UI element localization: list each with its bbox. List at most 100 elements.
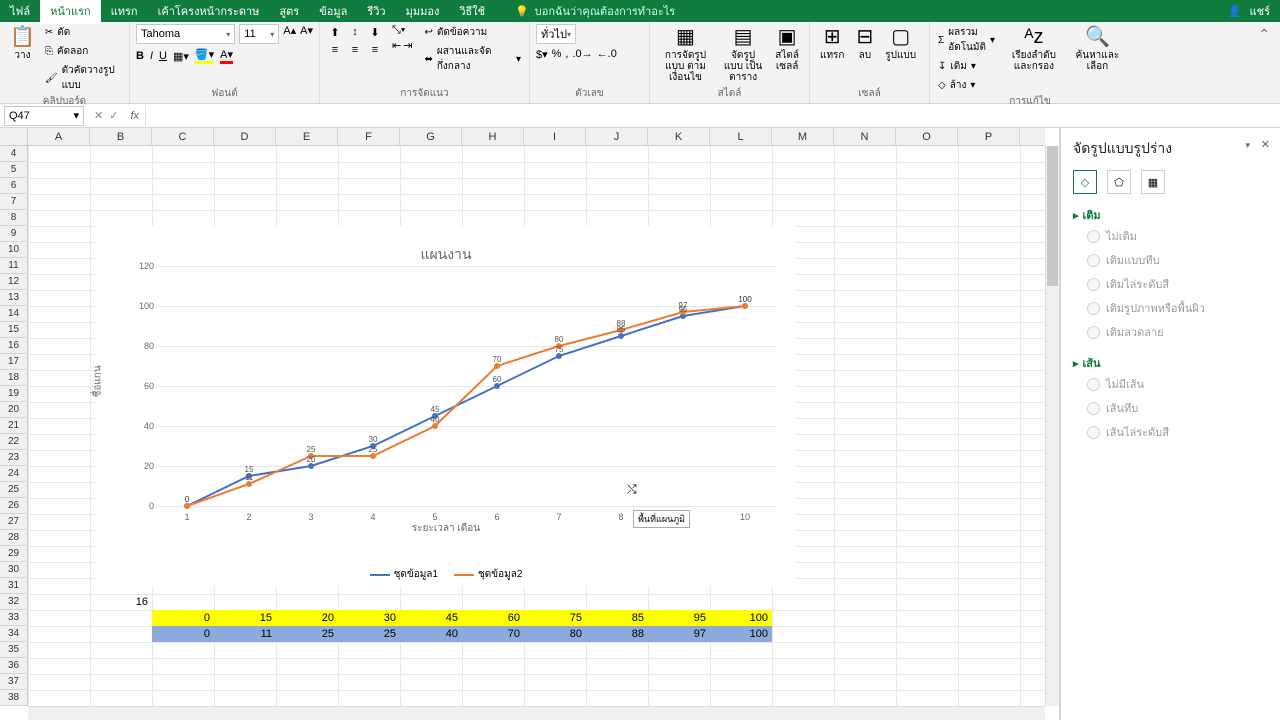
row-header[interactable]: 37 [0, 674, 27, 690]
cut-button[interactable]: ✂ ตัด [43, 24, 123, 41]
column-headers[interactable]: ABCDEFGHIJKLMNOP [28, 128, 1045, 146]
column-header[interactable]: G [400, 128, 462, 145]
row-header[interactable]: 38 [0, 690, 27, 706]
underline-button[interactable]: U [159, 50, 167, 62]
row-header[interactable]: 21 [0, 418, 27, 434]
align-bottom-icon[interactable]: ⬇ [366, 24, 384, 40]
fill-option[interactable]: เติมไล่ระดับสี [1073, 272, 1268, 296]
row-header[interactable]: 7 [0, 194, 27, 210]
ribbon-tab[interactable]: มุมมอง [396, 0, 450, 24]
number-format-select[interactable]: ทั่วไป▾ [536, 24, 576, 44]
cell[interactable]: 25 [338, 626, 400, 642]
column-header[interactable]: I [524, 128, 586, 145]
close-panel-icon[interactable]: ✕ [1261, 138, 1270, 151]
column-header[interactable]: E [276, 128, 338, 145]
cell[interactable]: 30 [338, 610, 400, 626]
row-header[interactable]: 15 [0, 322, 27, 338]
ribbon-tab[interactable]: วิธีใช้ [449, 0, 495, 24]
row-header[interactable]: 16 [0, 338, 27, 354]
format-cells-button[interactable]: ▢รูปแบบ [881, 24, 920, 63]
copy-button[interactable]: ⎘ คัดลอก [43, 43, 123, 60]
cell[interactable]: 95 [648, 610, 710, 626]
row-header[interactable]: 11 [0, 258, 27, 274]
cell[interactable]: 20 [276, 610, 338, 626]
row-header[interactable]: 29 [0, 546, 27, 562]
enter-icon[interactable]: ✓ [109, 109, 118, 122]
align-right-icon[interactable]: ≡ [366, 42, 384, 58]
clear-button[interactable]: ◇ ล้าง ▾ [936, 77, 997, 94]
increase-decimal-icon[interactable]: .0→ [572, 48, 592, 61]
row-header[interactable]: 32 [0, 594, 27, 610]
fill-button[interactable]: ↧ เติม ▾ [936, 58, 997, 75]
row-header[interactable]: 27 [0, 514, 27, 530]
increase-font-icon[interactable]: A▴ [283, 24, 296, 44]
wrap-text-button[interactable]: ↩ ตัดข้อความ [422, 24, 523, 41]
row-header[interactable]: 33 [0, 610, 27, 626]
row-header[interactable]: 6 [0, 178, 27, 194]
autosum-button[interactable]: Σ ผลรวมอัตโนมัติ ▾ [936, 24, 997, 56]
fill-option[interactable]: เติมแบบทึบ [1073, 248, 1268, 272]
decrease-font-icon[interactable]: A▾ [300, 24, 313, 44]
column-header[interactable]: C [152, 128, 214, 145]
indent-dec-icon[interactable]: ⇤ [392, 39, 401, 52]
find-select-button[interactable]: 🔍ค้นหาและ เลือก [1071, 24, 1124, 74]
line-section-header[interactable]: ▸ เส้น [1073, 354, 1268, 372]
cell-grid[interactable]: 1234567891012345678910111213141516015203… [28, 146, 1045, 706]
vertical-scrollbar[interactable] [1045, 146, 1059, 706]
row-header[interactable]: 24 [0, 466, 27, 482]
select-all-corner[interactable] [0, 128, 28, 146]
cell[interactable]: 15 [214, 610, 276, 626]
column-header[interactable]: H [462, 128, 524, 145]
column-header[interactable]: M [772, 128, 834, 145]
comma-button[interactable]: , [565, 48, 568, 61]
cell[interactable]: 60 [462, 610, 524, 626]
percent-button[interactable]: % [552, 48, 562, 61]
cell[interactable]: 80 [524, 626, 586, 642]
fill-option[interactable]: เติมรูปภาพหรือพื้นผิว [1073, 296, 1268, 320]
column-header[interactable]: D [214, 128, 276, 145]
ribbon-tab[interactable]: สูตร [269, 0, 309, 24]
tell-me[interactable]: 💡 บอกฉันว่าคุณต้องการทำอะไร [515, 2, 675, 20]
line-option[interactable]: เส้นไล่ระดับสี [1073, 420, 1268, 444]
cell[interactable]: 85 [586, 610, 648, 626]
italic-button[interactable]: I [150, 50, 153, 62]
ribbon-tab[interactable]: รีวิว [357, 0, 395, 24]
cell[interactable]: 70 [462, 626, 524, 642]
fx-icon[interactable]: fx [124, 110, 145, 122]
column-header[interactable]: N [834, 128, 896, 145]
cell[interactable]: 40 [400, 626, 462, 642]
fill-line-tab-icon[interactable]: ◇ [1073, 170, 1097, 194]
conditional-formatting-button[interactable]: ▦การจัดรูปแบบ ตามเงื่อนไข [656, 24, 715, 85]
insert-cells-button[interactable]: ⊞แทรก [816, 24, 848, 63]
cell[interactable]: 0 [152, 626, 214, 642]
row-headers[interactable]: 4567891011121314151617181920212223242526… [0, 146, 28, 706]
worksheet[interactable]: ABCDEFGHIJKLMNOP 45678910111213141516171… [0, 128, 1060, 720]
row-header[interactable]: 30 [0, 562, 27, 578]
bold-button[interactable]: B [136, 50, 144, 62]
row-header[interactable]: 9 [0, 226, 27, 242]
align-top-icon[interactable]: ⬆ [326, 24, 344, 40]
font-name-select[interactable]: Tahoma▾ [136, 24, 235, 44]
align-center-icon[interactable]: ≡ [346, 42, 364, 58]
user-icon[interactable]: 👤 [1228, 5, 1242, 18]
row-header[interactable]: 20 [0, 402, 27, 418]
ribbon-tab[interactable]: ไฟล์ [0, 0, 40, 24]
font-color-button[interactable]: A▾ [220, 48, 233, 64]
collapse-ribbon-icon[interactable]: ⌃ [1248, 22, 1280, 47]
cell[interactable]: 97 [648, 626, 710, 642]
row-header[interactable]: 36 [0, 658, 27, 674]
name-box[interactable]: Q47▾ [4, 106, 84, 126]
column-header[interactable]: F [338, 128, 400, 145]
share-button[interactable]: แชร์ [1250, 2, 1270, 20]
cell[interactable]: 25 [276, 626, 338, 642]
align-middle-icon[interactable]: ↕ [346, 24, 364, 40]
row-header[interactable]: 19 [0, 386, 27, 402]
cell[interactable]: 88 [586, 626, 648, 642]
line-option[interactable]: ไม่มีเส้น [1073, 372, 1268, 396]
column-header[interactable]: B [90, 128, 152, 145]
cell[interactable]: 100 [710, 626, 772, 642]
fill-option[interactable]: ไม่เติม [1073, 224, 1268, 248]
formula-input[interactable] [145, 106, 1280, 126]
column-header[interactable]: K [648, 128, 710, 145]
row-header[interactable]: 18 [0, 370, 27, 386]
